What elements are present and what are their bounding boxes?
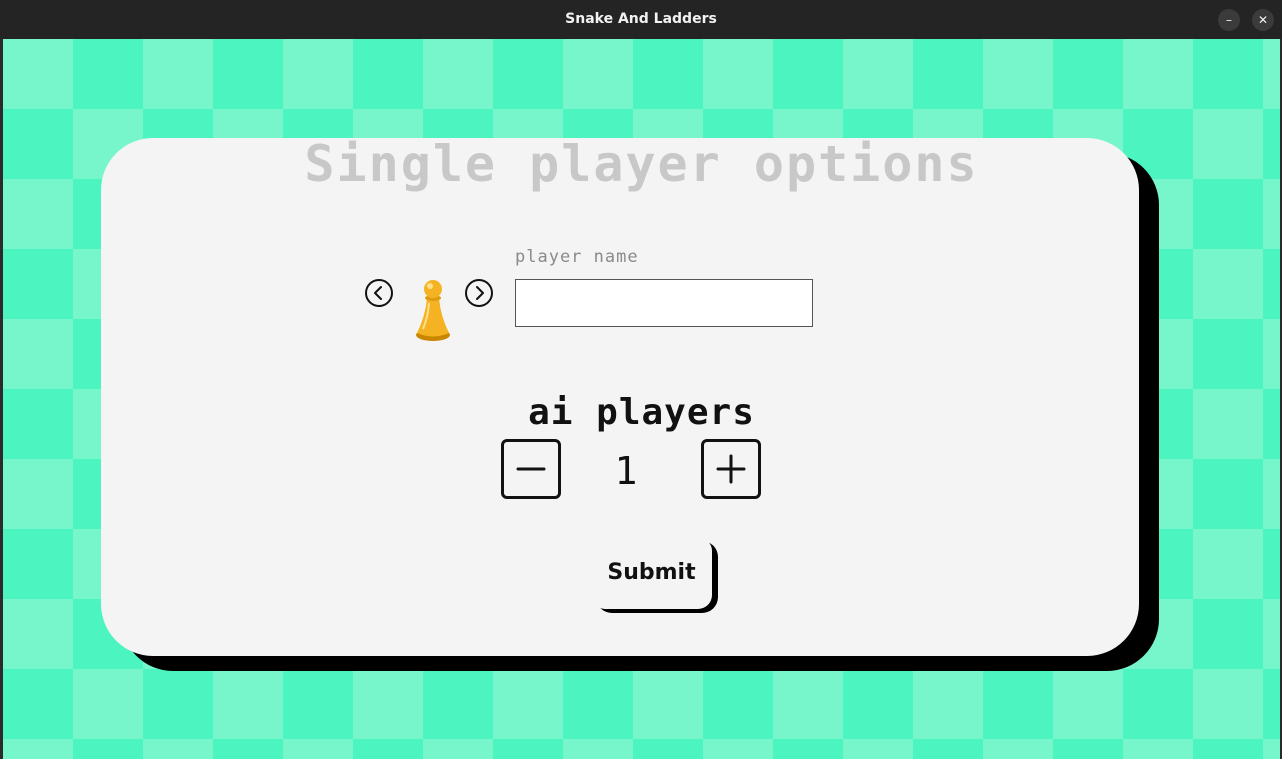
player-name-input[interactable] (515, 279, 813, 327)
ai-players-count: 1 (614, 449, 638, 493)
increase-ai-button[interactable] (701, 439, 761, 499)
player-name-label: player name (515, 247, 639, 267)
page-title: Single player options (304, 135, 979, 193)
minus-icon (516, 467, 546, 471)
chevron-right-icon (476, 286, 484, 300)
title-bar: Snake And Ladders – ✕ (0, 0, 1282, 39)
minimize-button[interactable]: – (1218, 9, 1240, 31)
chevron-left-icon (374, 286, 382, 300)
pawn-icon (416, 280, 450, 341)
submit-button[interactable]: Submit (591, 537, 712, 609)
next-pawn-button[interactable] (465, 279, 493, 307)
window-title: Snake And Ladders (565, 11, 717, 27)
previous-pawn-button[interactable] (365, 279, 393, 307)
app-window: Snake And Ladders – ✕ Single player opti… (0, 0, 1282, 759)
game-background: Single player options player name ai pla… (3, 39, 1280, 759)
close-button[interactable]: ✕ (1252, 9, 1274, 31)
ai-players-label: ai players (528, 392, 755, 433)
plus-icon (716, 454, 746, 484)
decrease-ai-button[interactable] (501, 439, 561, 499)
